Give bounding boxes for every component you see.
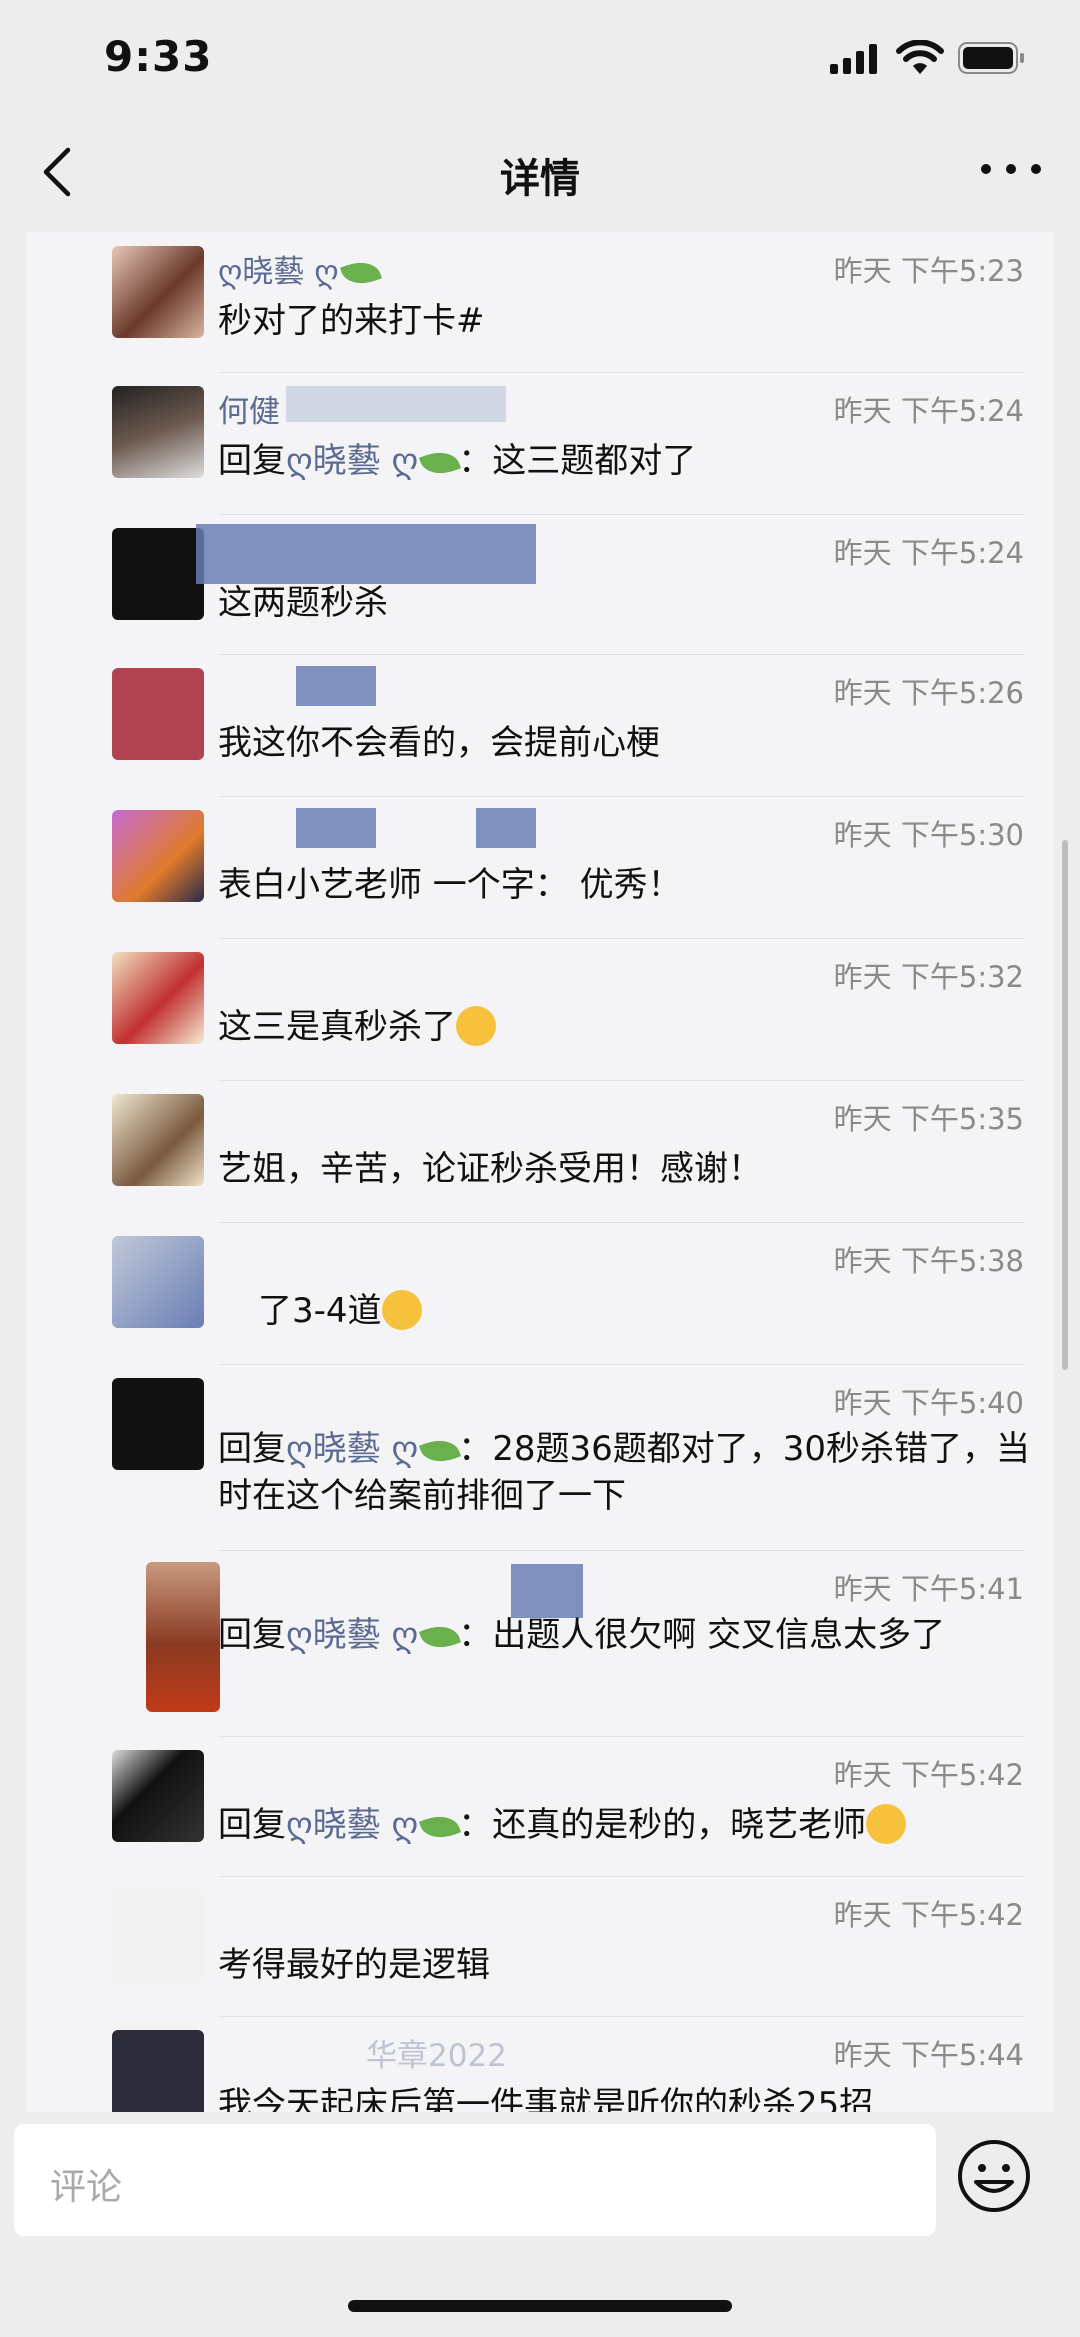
avatar[interactable] bbox=[146, 1562, 220, 1712]
comment-author[interactable]: ღ晓藝 ღ bbox=[218, 246, 382, 291]
thinking-emoji-icon bbox=[866, 1804, 907, 1844]
comment-text: 秒对了的来打卡# bbox=[218, 301, 485, 341]
emoji-icon[interactable] bbox=[956, 2138, 1032, 2214]
comment-text: 表白小艺老师 一个字： 优秀！ bbox=[218, 865, 682, 905]
comment-item: 昨天 下午5:26 我这你不会看的，会提前心梗 bbox=[26, 654, 1054, 796]
comment-time: 昨天 下午5:38 bbox=[833, 1244, 1024, 1278]
comment-placeholder: 评论 bbox=[50, 2167, 123, 2208]
page-title: 详情 bbox=[500, 156, 580, 202]
redaction bbox=[296, 666, 376, 706]
comment-item: 昨天 下午5:41 回复ღ晓藝 ღ ：出题人很欠啊 交叉信息太多了 bbox=[26, 1550, 1054, 1736]
avatar[interactable] bbox=[112, 1378, 204, 1470]
redaction bbox=[286, 386, 506, 422]
silly-emoji-icon bbox=[381, 1290, 422, 1330]
comment-text: 这两题秒杀 bbox=[218, 583, 388, 623]
nav-bar: 详情 bbox=[0, 110, 1080, 232]
comment-item: 昨天 下午5:42 考得最好的是逻辑 bbox=[26, 1876, 1054, 2016]
comment-time: 昨天 下午5:30 bbox=[833, 818, 1024, 852]
comment-item: 昨天 下午5:32 这三是真秒杀了 bbox=[26, 938, 1054, 1080]
comment-time: 昨天 下午5:41 bbox=[833, 1572, 1024, 1606]
comment-item: 昨天 下午5:24 这两题秒杀 bbox=[26, 514, 1054, 654]
comment-time: 昨天 下午5:26 bbox=[833, 676, 1024, 710]
comment-text: 回复ღ晓藝 ღ ：这三题都对了 bbox=[218, 441, 697, 481]
redaction bbox=[296, 808, 376, 848]
comment-item: 昨天 下午5:42 回复ღ晓藝 ღ ：还真的是秒的，晓艺老师 bbox=[26, 1736, 1054, 1876]
signal-icon bbox=[830, 44, 877, 74]
avatar[interactable] bbox=[112, 1094, 204, 1186]
avatar[interactable] bbox=[112, 1236, 204, 1328]
comment-item: 何健 昨天 下午5:24 回复ღ晓藝 ღ ：这三题都对了 bbox=[26, 372, 1054, 514]
comment-text: 艺姐，辛苦，论证秒杀受用！感谢！ bbox=[218, 1149, 762, 1189]
avatar[interactable] bbox=[112, 528, 204, 620]
avatar[interactable] bbox=[112, 386, 204, 478]
avatar[interactable] bbox=[112, 952, 204, 1044]
comment-time: 昨天 下午5:42 bbox=[833, 1898, 1024, 1932]
redaction bbox=[196, 524, 536, 584]
comment-time: 昨天 下午5:32 bbox=[833, 960, 1024, 994]
comment-time: 昨天 下午5:42 bbox=[833, 1758, 1024, 1792]
comment-time: 昨天 下午5:23 bbox=[833, 254, 1024, 288]
comment-author[interactable]: 华章2022 bbox=[366, 2030, 507, 2075]
comment-text: 回复ღ晓藝 ღ ：出题人很欠啊 交叉信息太多了 bbox=[218, 1615, 946, 1655]
comment-item: 昨天 下午5:40 回复ღ晓藝 ღ ：28题36题都对了，30秒杀错了，当时在这个… bbox=[26, 1364, 1054, 1550]
comment-item: 华章2022 昨天 下午5:44 我今天起床后第一件事就是听你的秒杀25招 bbox=[26, 2016, 1054, 2112]
avatar[interactable] bbox=[112, 246, 204, 338]
comment-text: 回复ღ晓藝 ღ ：还真的是秒的，晓艺老师 bbox=[218, 1802, 1034, 1849]
comment-time: 昨天 下午5:40 bbox=[833, 1386, 1024, 1420]
avatar[interactable] bbox=[112, 2030, 204, 2112]
comment-time: 昨天 下午5:24 bbox=[833, 394, 1024, 428]
avatar[interactable] bbox=[112, 1890, 204, 1982]
comment-text: 我这你不会看的，会提前心梗 bbox=[218, 723, 660, 763]
home-indicator[interactable] bbox=[348, 2300, 732, 2312]
smile-emoji-icon bbox=[456, 1006, 496, 1046]
more-icon[interactable] bbox=[976, 154, 1046, 184]
comment-item: 昨天 下午5:35 艺姐，辛苦，论证秒杀受用！感谢！ bbox=[26, 1080, 1054, 1222]
comment-item: 昨天 下午5:38 了3-4道 bbox=[26, 1222, 1054, 1364]
comment-text: 考得最好的是逻辑 bbox=[218, 1945, 490, 1985]
comment-text: 回复ღ晓藝 ღ ：28题36题都对了，30秒杀错了，当时在这个给案前排徊了一下 bbox=[218, 1429, 1031, 1516]
leaf-icon bbox=[339, 255, 382, 291]
comment-text: 了3-4道 bbox=[258, 1288, 1034, 1335]
comment-time: 昨天 下午5:44 bbox=[833, 2038, 1024, 2072]
avatar[interactable] bbox=[112, 1750, 204, 1842]
comment-list[interactable]: ღ晓藝 ღ 昨天 下午5:23 秒对了的来打卡# 何健 昨天 下午5:24 回复… bbox=[26, 232, 1054, 2112]
comment-author[interactable]: 何健 bbox=[218, 386, 280, 431]
comment-text: 这三是真秒杀了 bbox=[218, 1004, 1034, 1051]
comment-time: 昨天 下午5:35 bbox=[833, 1102, 1024, 1136]
avatar[interactable] bbox=[112, 668, 204, 760]
comment-item: ღ晓藝 ღ 昨天 下午5:23 秒对了的来打卡# bbox=[26, 232, 1054, 372]
redaction bbox=[476, 808, 536, 848]
redaction bbox=[511, 1564, 583, 1618]
comment-item: 昨天 下午5:30 表白小艺老师 一个字： 优秀！ bbox=[26, 796, 1054, 938]
comment-text: 我今天起床后第一件事就是听你的秒杀25招 bbox=[218, 2085, 874, 2112]
comment-time: 昨天 下午5:24 bbox=[833, 536, 1024, 570]
status-bar: 9:33 bbox=[0, 0, 1080, 110]
status-time: 9:33 bbox=[104, 32, 213, 81]
scrollbar[interactable] bbox=[1062, 840, 1068, 1370]
comment-input[interactable]: 评论 bbox=[14, 2124, 936, 2236]
wifi-icon bbox=[896, 40, 944, 74]
battery-icon bbox=[958, 42, 1024, 74]
avatar[interactable] bbox=[112, 810, 204, 902]
